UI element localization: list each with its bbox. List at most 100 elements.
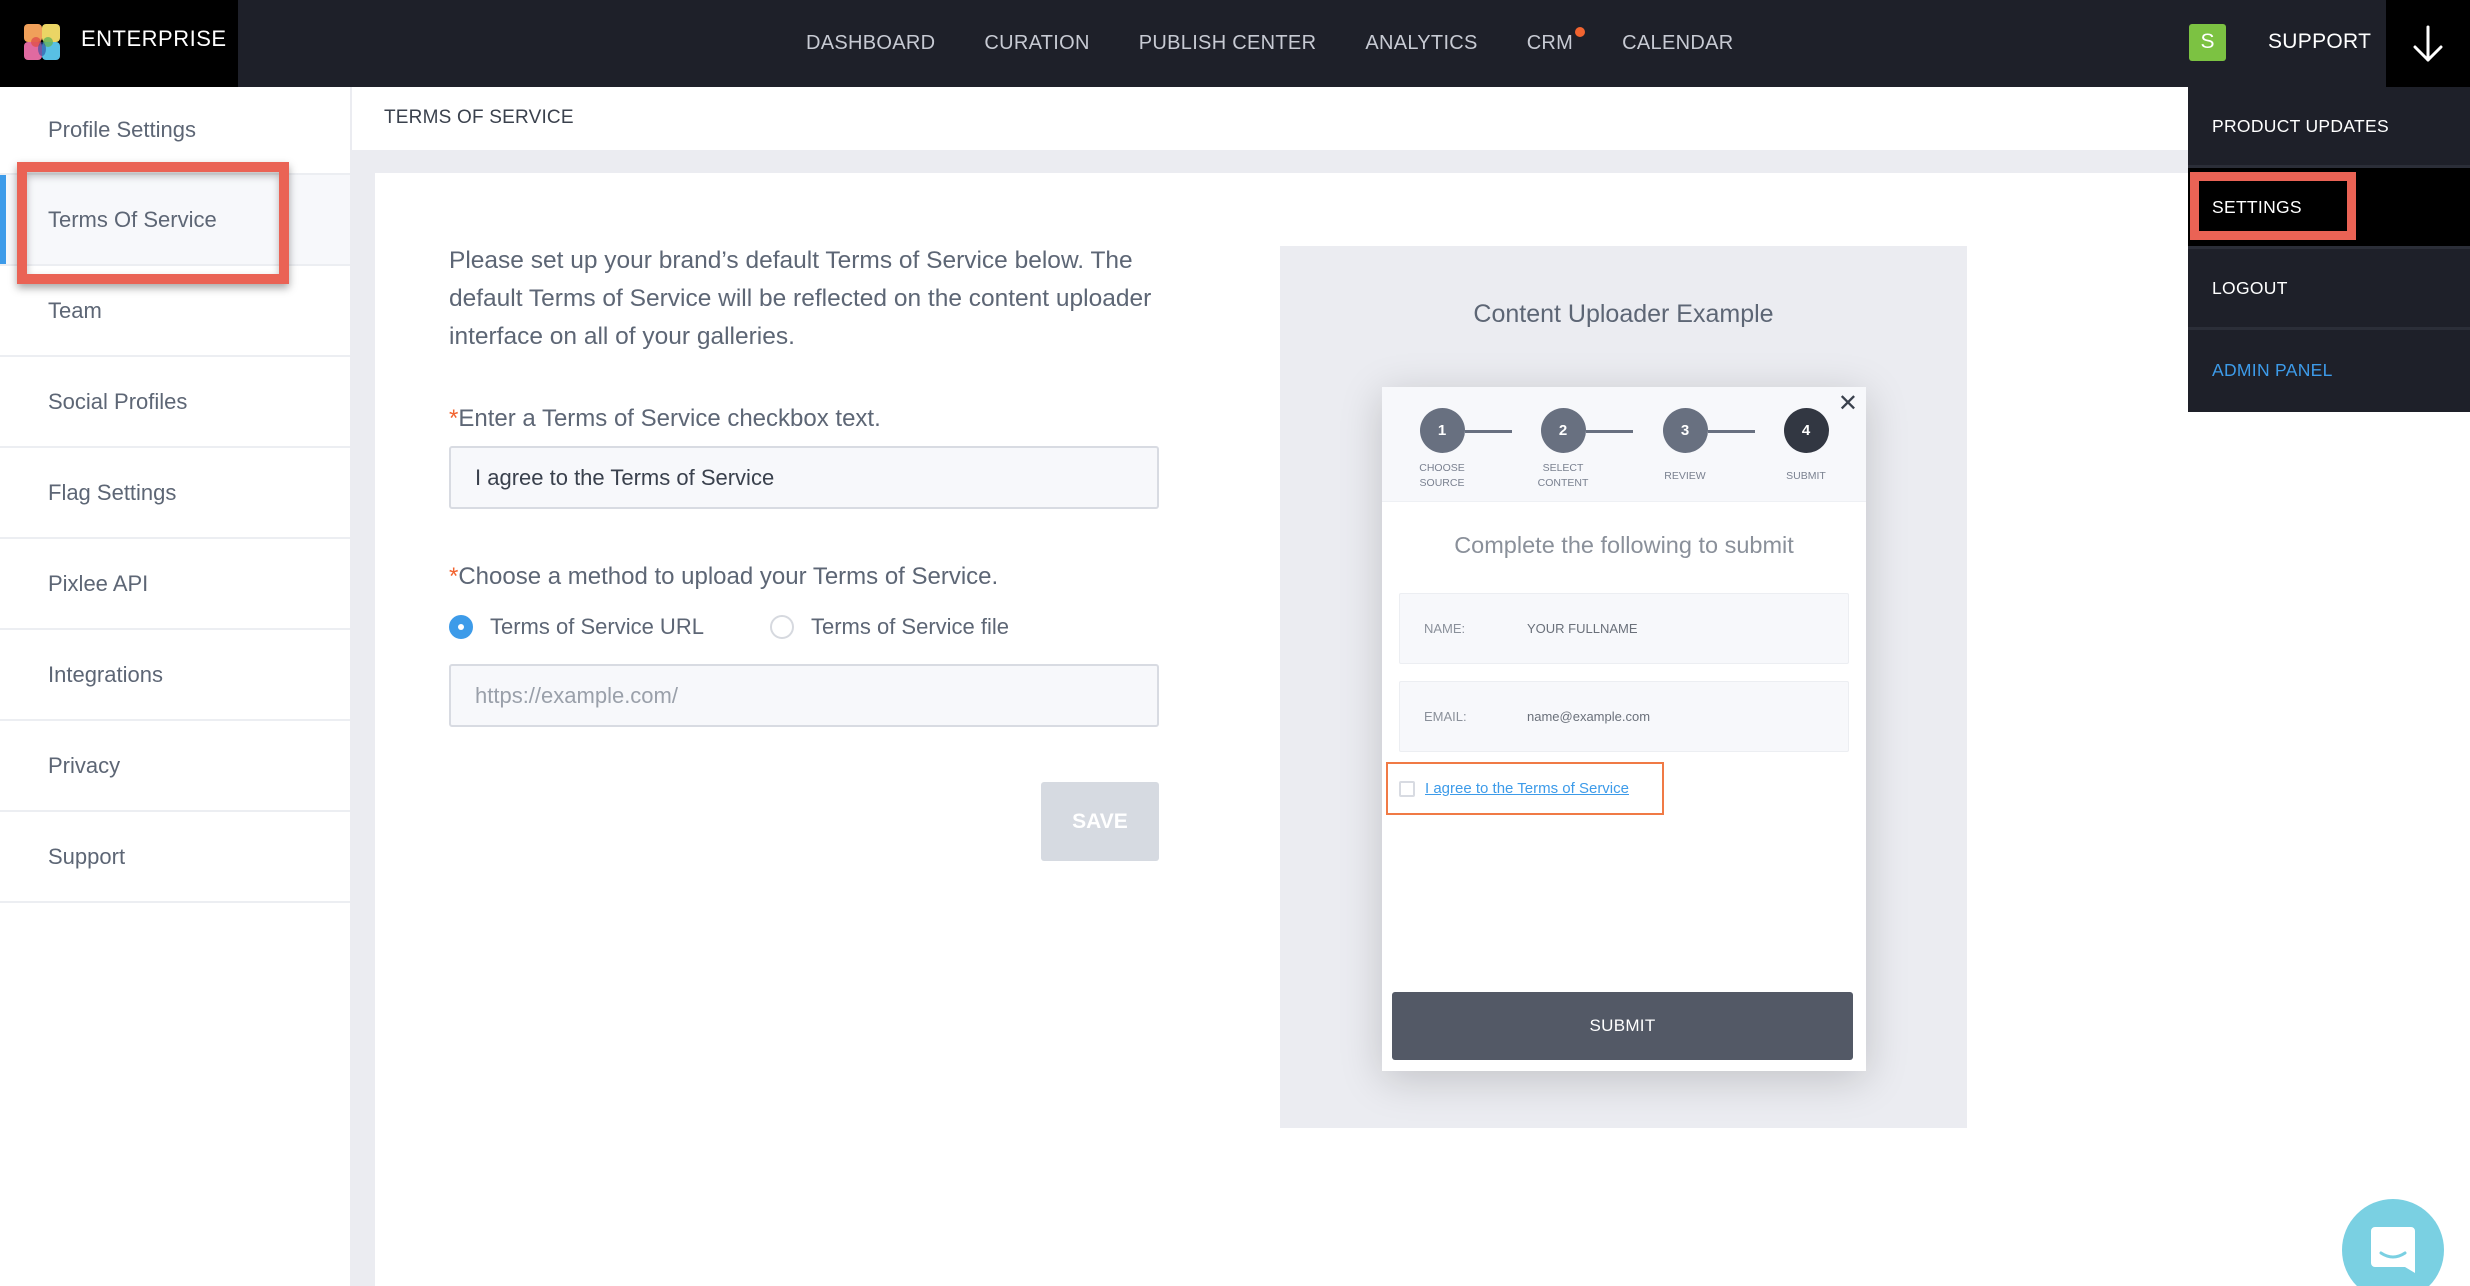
uploader-modal: ✕ 1 CHOOSE SOURCE 2 SELECT CONTENT 3 REV… (1382, 387, 1866, 1071)
name-placeholder: YOUR FULLNAME (1527, 621, 1638, 636)
sidebar-item-label: Support (48, 843, 126, 869)
step-label: SUBMIT (1786, 470, 1826, 482)
sidebar-item-pixlee-api[interactable]: Pixlee API (0, 539, 350, 630)
page-header: TERMS OF SERVICE (352, 87, 2188, 150)
sidebar-item-label: Privacy (48, 752, 121, 778)
step-label: CHOOSE SOURCE (1419, 462, 1465, 489)
top-navigation-bar: ENTERPRISE DASHBOARD CURATION PUBLISH CE… (0, 0, 2470, 87)
required-mark: * (449, 563, 459, 590)
step-number: 3 (1662, 408, 1708, 453)
settings-sidebar: Profile Settings Terms Of Service Team S… (0, 87, 350, 1286)
menu-item-label: LOGOUT (2212, 277, 2288, 298)
menu-item-logout[interactable]: LOGOUT (2188, 249, 2470, 330)
notification-dot (1575, 27, 1586, 37)
page-title: TERMS OF SERVICE (384, 107, 574, 128)
sidebar-item-label: Team (48, 297, 102, 323)
required-mark: * (449, 405, 459, 432)
menu-item-label: PRODUCT UPDATES (2212, 115, 2389, 136)
label-text: Choose a method to upload your Terms of … (458, 563, 999, 590)
user-avatar[interactable]: S (2189, 24, 2226, 61)
main-nav: DASHBOARD CURATION PUBLISH CENTER ANALYT… (806, 0, 1733, 87)
intro-text: Please set up your brand’s default Terms… (449, 247, 1152, 350)
radio-url[interactable] (449, 615, 473, 639)
sidebar-item-flag-settings[interactable]: Flag Settings (0, 448, 350, 539)
menu-item-admin-panel[interactable]: ADMIN PANEL (2188, 330, 2470, 411)
terms-url-input[interactable] (449, 664, 1159, 727)
upload-method-radio-group: Terms of Service URL Terms of Service fi… (449, 614, 1075, 640)
chat-icon (2371, 1227, 2415, 1273)
sidebar-item-privacy[interactable]: Privacy (0, 721, 350, 812)
email-placeholder: name@example.com (1527, 709, 1651, 724)
save-button[interactable]: SAVE (1041, 782, 1159, 861)
nav-label: CURATION (984, 32, 1090, 54)
email-label: EMAIL: (1424, 709, 1467, 724)
step-review: 3 REVIEW (1640, 408, 1730, 484)
step-number: 4 (1783, 408, 1829, 453)
sidebar-item-label: Profile Settings (48, 117, 196, 142)
brand-name: ENTERPRISE (81, 26, 227, 51)
step-label: REVIEW (1664, 470, 1706, 482)
sidebar-item-label: Flag Settings (48, 479, 177, 505)
nav-crm[interactable]: CRM (1526, 27, 1586, 55)
radio-label: Terms of Service file (810, 614, 1010, 639)
uploader-steps-header: ✕ 1 CHOOSE SOURCE 2 SELECT CONTENT 3 REV… (1382, 387, 1866, 502)
account-dropdown-menu: PRODUCT UPDATES SETTINGS LOGOUT ADMIN PA… (2188, 87, 2470, 412)
sidebar-item-label: Integrations (48, 661, 163, 687)
menu-item-label: ADMIN PANEL (2212, 360, 2333, 380)
radio-label: Terms of Service URL (490, 614, 704, 639)
uploader-submit-button[interactable]: SUBMIT (1392, 992, 1853, 1060)
nav-label: CRM (1526, 32, 1574, 54)
menu-item-settings[interactable]: SETTINGS (2188, 168, 2470, 249)
arrow-down-icon (2413, 25, 2443, 61)
uploader-heading: Complete the following to submit (1454, 532, 1794, 558)
sidebar-item-social-profiles[interactable]: Social Profiles (0, 357, 350, 448)
nav-label: ANALYTICS (1365, 32, 1478, 54)
step-submit: 4 SUBMIT (1761, 408, 1851, 484)
nav-publish-center[interactable]: PUBLISH CENTER (1139, 32, 1317, 55)
sidebar-item-terms-of-service[interactable]: Terms Of Service (0, 175, 350, 266)
tos-link[interactable]: I agree to the Terms of Service (1425, 780, 1629, 797)
radio-file[interactable] (769, 615, 794, 639)
radio-option-file[interactable]: Terms of Service file (769, 614, 1010, 640)
nav-label: CALENDAR (1622, 32, 1734, 54)
nav-analytics[interactable]: ANALYTICS (1365, 32, 1477, 55)
upload-method-label: *Choose a method to upload your Terms of… (449, 563, 998, 591)
support-link[interactable]: SUPPORT (2268, 30, 2371, 54)
nav-label: PUBLISH CENTER (1138, 32, 1317, 54)
nav-curation[interactable]: CURATION (984, 32, 1089, 55)
step-choose-source: 1 CHOOSE SOURCE (1397, 408, 1487, 491)
step-connector (1708, 430, 1755, 433)
sidebar-item-label: Pixlee API (48, 570, 149, 596)
radio-option-url[interactable]: Terms of Service URL (449, 614, 704, 640)
tos-checkbox[interactable] (1399, 780, 1415, 797)
step-number: 1 (1419, 408, 1465, 453)
sidebar-item-profile-settings[interactable]: Profile Settings (0, 87, 350, 175)
sidebar-item-support[interactable]: Support (0, 812, 350, 903)
checkbox-text-label: *Enter a Terms of Service checkbox text. (449, 405, 881, 433)
step-number: 2 (1540, 408, 1586, 453)
step-label: SELECT CONTENT (1537, 462, 1589, 489)
brand-logo[interactable]: ENTERPRISE (0, 0, 238, 87)
menu-item-product-updates[interactable]: PRODUCT UPDATES (2188, 87, 2470, 168)
checkbox-text-input[interactable] (449, 446, 1159, 509)
pixlee-logo-icon (24, 24, 60, 60)
preview-title: Content Uploader Example (1473, 300, 1774, 328)
sidebar-item-integrations[interactable]: Integrations (0, 630, 350, 721)
name-label: NAME: (1424, 621, 1466, 636)
uploader-email-field[interactable]: EMAIL: name@example.com (1399, 681, 1849, 752)
sidebar-item-team[interactable]: Team (0, 266, 350, 357)
step-select-content: 2 SELECT CONTENT (1518, 408, 1608, 491)
sidebar-item-label: Terms Of Service (48, 206, 217, 232)
step-connector (1586, 430, 1633, 433)
menu-item-label: SETTINGS (2212, 196, 2302, 217)
nav-calendar[interactable]: CALENDAR (1622, 32, 1733, 55)
uploader-name-field[interactable]: NAME: YOUR FULLNAME (1399, 593, 1849, 664)
nav-dashboard[interactable]: DASHBOARD (806, 32, 935, 55)
nav-label: DASHBOARD (806, 32, 936, 54)
tos-checkbox-highlight: I agree to the Terms of Service (1386, 762, 1664, 815)
label-text: Enter a Terms of Service checkbox text. (458, 405, 881, 432)
step-connector (1465, 430, 1512, 433)
content-uploader-preview: Content Uploader Example ✕ 1 CHOOSE SOUR… (1280, 246, 1967, 1128)
account-menu-toggle[interactable] (2386, 0, 2470, 87)
sidebar-item-label: Social Profiles (48, 388, 188, 414)
